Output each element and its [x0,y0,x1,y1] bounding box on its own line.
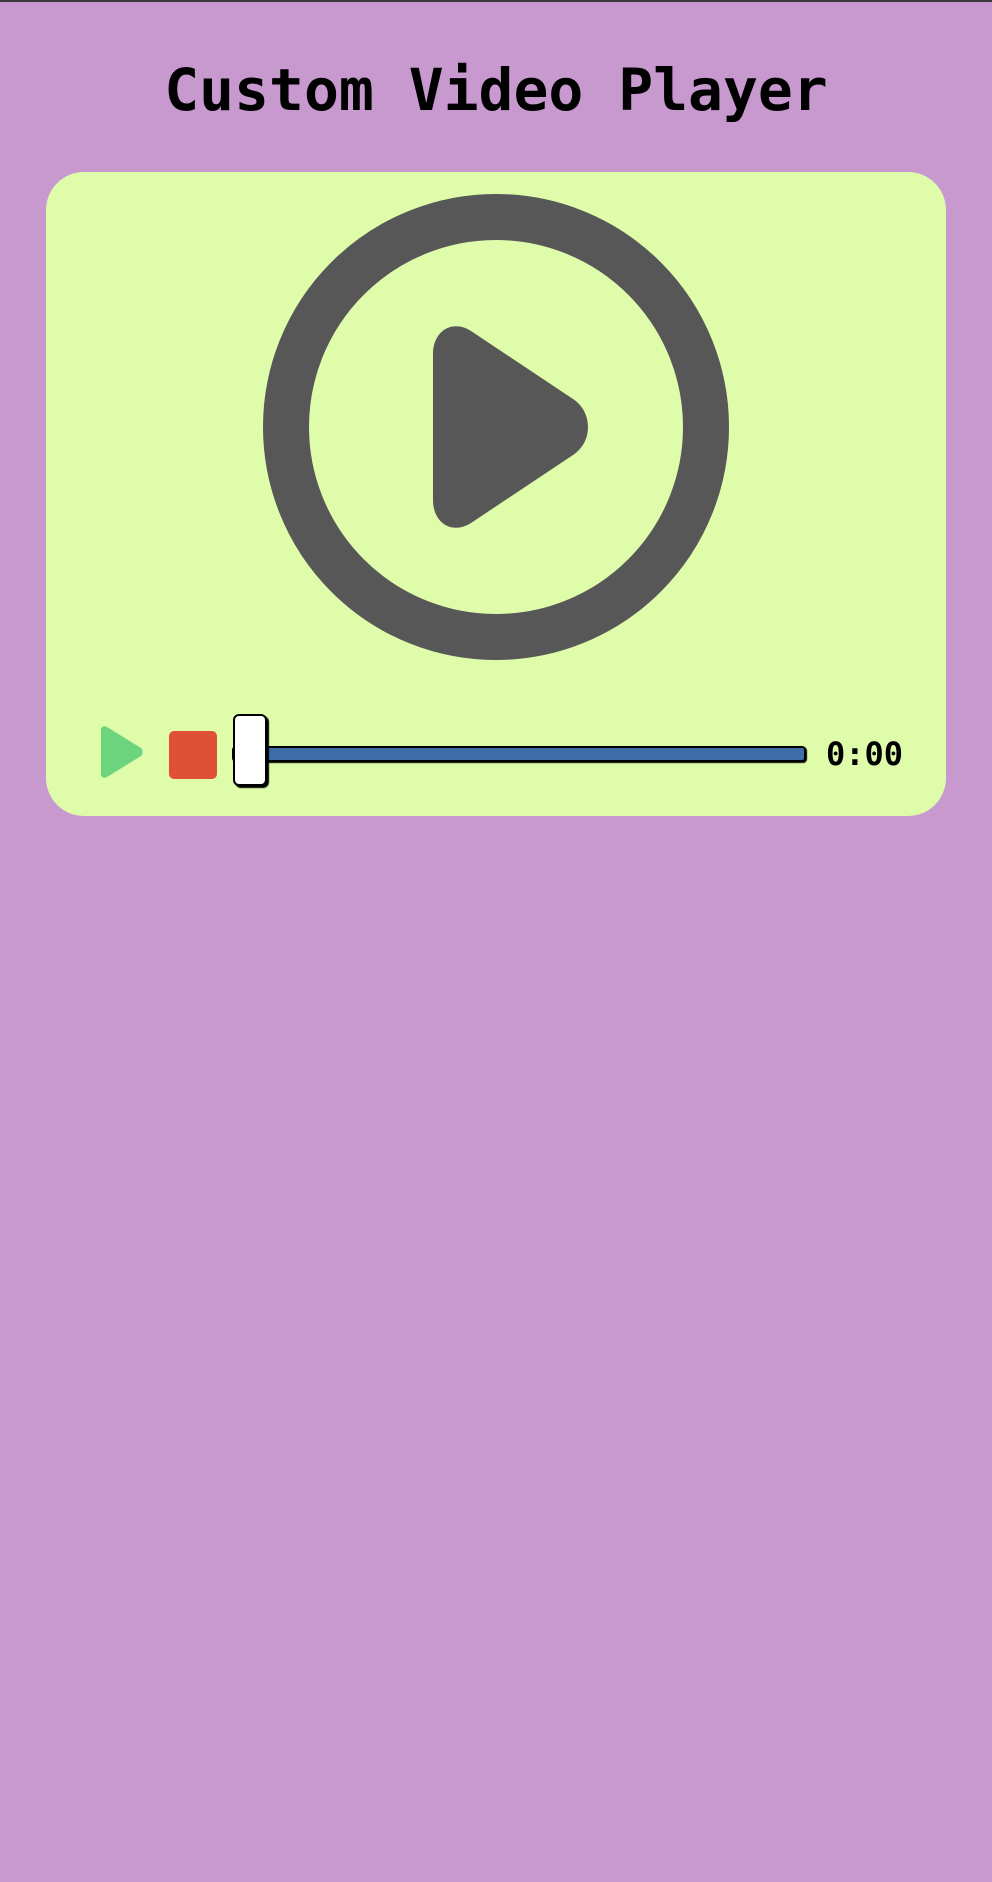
play-icon [101,726,143,778]
stop-button[interactable] [169,731,217,779]
page-title: Custom Video Player [164,56,828,124]
time-display: 0:00 [826,735,904,773]
play-button[interactable] [96,724,146,780]
controls-bar: 0:00 [46,710,946,790]
circle-play-icon-triangle [433,326,588,528]
circle-play-icon[interactable] [263,194,729,660]
video-player: 0:00 [46,172,946,816]
progress-track[interactable] [232,746,806,762]
progress-thumb[interactable] [233,714,267,786]
video-screen[interactable] [46,172,946,692]
